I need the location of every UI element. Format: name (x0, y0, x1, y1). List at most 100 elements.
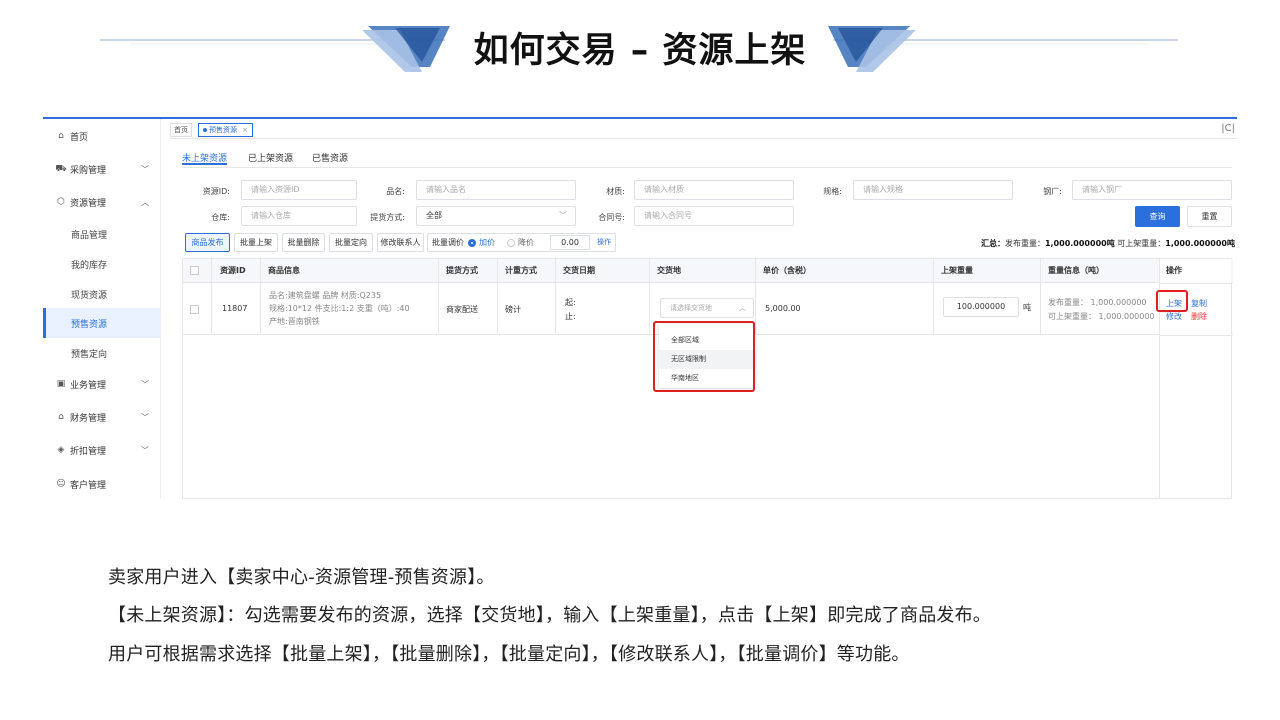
material-input[interactable]: 请输入材质 (634, 180, 794, 200)
row-unit-price: 5,000.00 (765, 304, 801, 313)
product-name-input[interactable]: 请输入品名 (416, 180, 576, 200)
row-listable-weight: 可上架重量： 1,000.000000 (1048, 312, 1155, 321)
sidebar-item-presale[interactable]: 预售资源 (43, 308, 161, 338)
sidebar-item-customers[interactable]: ☺ 客户管理 (43, 469, 161, 499)
sidebar-item-label: 财务管理 (70, 413, 107, 424)
refresh-icon[interactable]: |C| (1221, 123, 1235, 134)
sidebar-item-label: 商品管理 (71, 230, 108, 241)
price-adjust-action[interactable]: 操作 (597, 234, 611, 251)
home-icon: ⌂ (58, 131, 64, 141)
material-label: 材质: (606, 187, 625, 196)
description-line-1: 卖家用户进入【卖家中心-资源管理-预售资源】。 (108, 567, 495, 588)
chevron-down-icon: ﹀ (141, 164, 149, 174)
tab-bar: 首页 预售资源 × |C| (170, 121, 1237, 139)
radio-icon (507, 238, 515, 247)
col-unit-price: 单价（含税） (763, 266, 811, 275)
users-icon: ☺ (56, 479, 66, 489)
lock-icon: ⌂ (58, 412, 64, 422)
sidebar-item-resources[interactable]: ⬡ 资源管理 ︿ (43, 187, 161, 217)
sidebar-item-inventory[interactable]: 我的库存 (43, 249, 161, 279)
resource-table: 资源ID 商品信息 提货方式 计重方式 交货日期 交货地 单价（含税） 上架重量… (182, 258, 1233, 499)
header-right-decoration (828, 26, 1178, 72)
edit-contact-button[interactable]: 修改联系人 (377, 233, 424, 252)
chevron-down-icon: ﹀ (559, 211, 567, 220)
edit-link[interactable]: 修改 (1166, 311, 1182, 322)
row-resource-id: 11807 (222, 304, 248, 313)
product-name-label: 品名: (386, 187, 405, 196)
resource-id-input[interactable]: 请输入资源ID (241, 180, 357, 200)
col-operations: 操作 (1166, 266, 1182, 275)
close-icon[interactable]: × (242, 126, 248, 134)
row-date-end: 止: (565, 312, 576, 321)
copy-link[interactable]: 复制 (1191, 298, 1207, 309)
lower-radio[interactable]: 降价 (507, 234, 534, 251)
query-button[interactable]: 查询 (1135, 206, 1180, 227)
sidebar-item-presale-directed[interactable]: 预售定向 (43, 338, 161, 368)
row-info-line2: 规格:10*12 件支比:1:2 支重（吨）:40 (269, 304, 410, 313)
col-weight-info: 重量信息（吨） (1048, 266, 1104, 275)
sidebar-item-label: 业务管理 (70, 380, 107, 391)
row-publish-weight: 发布重量： 1,000.000000 (1048, 298, 1147, 307)
sidebar-item-purchase[interactable]: ⛟ 采购管理 ﹀ (43, 154, 161, 184)
price-adjust-label: 批量调价 (432, 238, 464, 247)
resource-id-label: 资源ID: (202, 187, 230, 196)
row-checkbox[interactable] (190, 305, 199, 314)
price-adjust-input[interactable]: 0.00 (550, 235, 590, 250)
reset-button[interactable]: 重置 (1187, 206, 1232, 227)
sidebar-item-home[interactable]: ⌂ 首页 (43, 121, 161, 151)
batch-delete-button[interactable]: 批量删除 (282, 233, 325, 252)
chevron-down-icon: ﹀ (141, 379, 149, 389)
batch-list-button[interactable]: 批量上架 (234, 233, 278, 252)
tab-listed[interactable]: 已上架资源 (248, 151, 293, 165)
list-weight-input[interactable]: 100.000000 (943, 297, 1019, 317)
col-weighing: 计重方式 (505, 266, 537, 275)
batch-direct-button[interactable]: 批量定向 (329, 233, 373, 252)
truck-icon: ⛟ (55, 163, 67, 174)
tab-label: 预售资源 (209, 126, 237, 134)
mill-input[interactable]: 请输入钢厂 (1072, 180, 1232, 200)
tab-sold[interactable]: 已售资源 (312, 151, 348, 165)
tab-home[interactable]: 首页 (170, 123, 192, 137)
sidebar-item-discount[interactable]: ◈ 折扣管理 ﹀ (43, 435, 161, 465)
col-delivery-date: 交货日期 (563, 266, 595, 275)
sidebar-item-label: 采购管理 (70, 165, 107, 176)
operations-column: 操作 上架 复制 修改 删除 (1156, 259, 1232, 498)
sidebar-item-business[interactable]: ▣ 业务管理 ﹀ (43, 369, 161, 399)
tab-unlisted[interactable]: 未上架资源 (182, 151, 228, 165)
description-line-3: 用户可根据需求选择【批量上架】，【批量删除】，【批量定向】，【修改联系人】，【批… (108, 644, 910, 665)
col-list-weight: 上架重量 (941, 266, 973, 275)
select-value: 全部 (426, 211, 442, 220)
row-delivery-method: 商家配送 (446, 305, 478, 314)
raise-radio[interactable]: 加价 (468, 234, 495, 251)
spec-input[interactable]: 请输入规格 (853, 180, 1013, 200)
main-content: 首页 预售资源 × |C| 未上架资源 已上架资源 已售资源 资源ID: 请输入… (170, 119, 1237, 499)
sidebar-item-spot[interactable]: 现货资源 (43, 279, 161, 309)
sidebar: ⌂ 首页 ⛟ 采购管理 ﹀ ⬡ 资源管理 ︿ 商品管理 我的库存 现货资源 预售… (43, 119, 161, 499)
delivery-method-select[interactable]: 全部 ﹀ (416, 206, 576, 226)
chevron-down-icon: ﹀ (141, 412, 149, 422)
delivery-place-select[interactable]: 请选择交货地 ︿ (660, 298, 754, 318)
delivery-method-label: 提货方式: (370, 213, 405, 222)
tag-icon: ◈ (57, 445, 65, 455)
warehouse-input[interactable]: 请输入仓库 (241, 206, 357, 226)
sidebar-item-product-mgmt[interactable]: 商品管理 (43, 219, 161, 249)
publish-button[interactable]: 商品发布 (185, 233, 230, 252)
batch-price-adjust: 批量调价 加价 降价 0.00 操作 (427, 233, 616, 252)
sidebar-item-label: 预售定向 (71, 349, 108, 360)
tab-presale[interactable]: 预售资源 × (198, 123, 254, 137)
sidebar-item-label: 首页 (70, 132, 89, 143)
delete-link[interactable]: 删除 (1191, 311, 1207, 322)
select-placeholder: 请选择交货地 (670, 304, 712, 312)
col-delivery-method: 提货方式 (446, 266, 478, 275)
sidebar-item-finance[interactable]: ⌂ 财务管理 ﹀ (43, 402, 161, 432)
tab-divider (182, 167, 1232, 168)
weight-unit: 吨 (1023, 303, 1031, 312)
col-resource-id: 资源ID (220, 266, 246, 275)
col-delivery-place: 交货地 (657, 266, 681, 275)
select-all-checkbox[interactable] (190, 266, 199, 275)
warehouse-label: 仓库: (211, 213, 230, 222)
contract-no-input[interactable]: 请输入合同号 (634, 206, 794, 226)
row-info-line1: 品名:建筑盘螺 品牌 材质:Q235 (269, 291, 382, 300)
dropdown-highlight (653, 321, 755, 392)
row-info-line3: 产地:晋南钢铁 (269, 317, 320, 326)
